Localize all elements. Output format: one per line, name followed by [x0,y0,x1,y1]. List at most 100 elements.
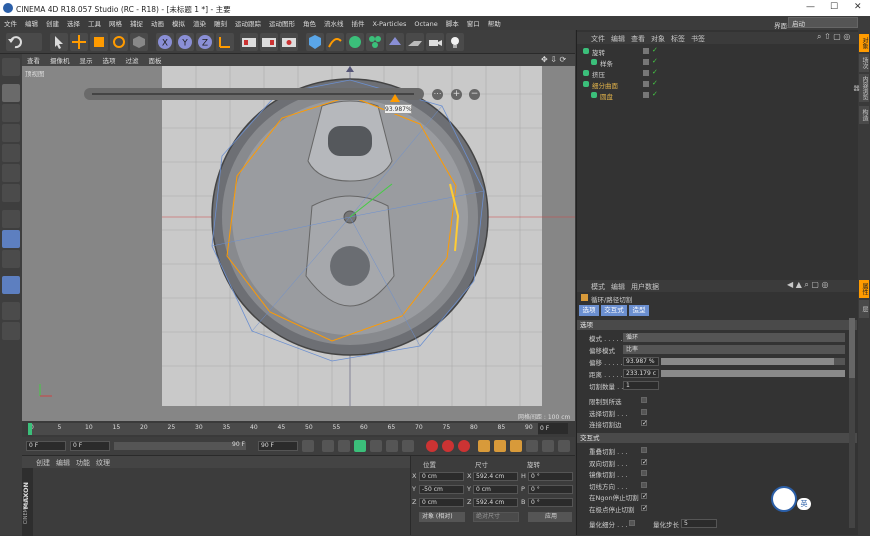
mat-menu-texture[interactable]: 纹理 [96,458,110,468]
object-row[interactable]: 样条 ✓ [577,57,857,68]
workplane-lock-icon[interactable] [2,302,20,320]
menu-mesh[interactable]: 网格 [105,16,126,30]
floor-icon[interactable] [406,33,424,51]
texture-mode-icon[interactable] [2,104,20,122]
solo-icon[interactable] [2,276,20,294]
hud-minus-icon[interactable]: − [469,89,480,100]
menu-simulate[interactable]: 模拟 [168,16,189,30]
menu-create[interactable]: 创建 [42,16,63,30]
hud-plus-icon[interactable]: + [451,89,462,100]
visibility-toggle-icon[interactable] [643,81,649,87]
cut-count-field[interactable]: 1 [623,381,659,390]
object-row[interactable]: 旋转 ✓ [577,46,857,57]
distance-field[interactable]: 233.179 c [623,369,659,378]
enabled-check-icon[interactable]: ✓ [652,90,658,98]
timeline-playhead[interactable] [28,423,32,435]
menu-octane[interactable]: Octane [410,18,441,30]
om-menu-objects[interactable]: 对象 [651,34,665,44]
tab-interactive[interactable]: 交互式 [601,305,627,316]
vp-menu-view[interactable]: 查看 [22,54,45,66]
enabled-check-icon[interactable]: ✓ [652,79,658,87]
spline-pen-icon[interactable] [326,33,344,51]
tweak-mode-icon[interactable] [2,230,20,248]
workplane-icon[interactable] [2,124,20,142]
om-menu-bookmarks[interactable]: 书签 [691,34,705,44]
quantize-step-field[interactable]: 5 [681,519,717,528]
axis-mode-icon[interactable] [2,210,20,228]
option-checkbox[interactable] [641,470,647,476]
offset-slider[interactable] [661,358,845,365]
mode-select[interactable]: 循环 [623,333,845,342]
object-row[interactable]: 圆盘 ✓ [577,90,857,101]
size-y-field[interactable]: 0 cm [473,485,518,494]
goto-end-icon[interactable] [402,440,414,452]
option-checkbox[interactable] [641,447,647,453]
option-checkbox[interactable] [641,397,647,403]
current-frame-field[interactable]: 0 F [26,441,66,451]
menu-character[interactable]: 角色 [299,16,320,30]
ime-badge[interactable]: 英 [797,498,811,510]
side-tab-attributes[interactable]: 属性 [859,280,869,298]
viewport[interactable]: 93.987% ⋯ + − 顶视图 网格间距 : 100 cm [22,66,575,421]
menu-sculpt[interactable]: 雕刻 [210,16,231,30]
polygons-mode-icon[interactable] [2,184,20,202]
visibility-toggle-icon[interactable] [643,70,649,76]
next-frame-icon[interactable] [370,440,382,452]
side-tab-layers[interactable]: 构造 [859,106,869,124]
object-name[interactable]: 样条 [600,58,613,68]
camera-icon[interactable] [426,33,444,51]
menu-animate[interactable]: 动画 [147,16,168,30]
option-checkbox[interactable]: ✓ [641,493,648,500]
distance-slider[interactable] [661,370,845,377]
side-tab-layer[interactable]: 层 [859,300,869,318]
minimize-button[interactable]: — [806,2,815,12]
rot-h-field[interactable]: 0 ° [528,472,573,481]
option-checkbox[interactable]: ✓ [641,504,648,511]
option-checkbox[interactable]: ✓ [641,458,648,465]
record-icon[interactable] [426,440,438,452]
live-select-icon[interactable] [130,33,148,51]
undo-icon[interactable] [6,33,42,51]
play-icon[interactable] [354,440,366,452]
apply-button[interactable]: 应用 [528,512,572,522]
object-name[interactable]: 旋转 [592,47,605,57]
vp-menu-panel[interactable]: 面板 [144,54,167,66]
prev-key-icon[interactable] [322,440,334,452]
mat-menu-edit[interactable]: 编辑 [56,458,70,468]
mat-menu-create[interactable]: 创建 [36,458,50,468]
am-menu-userdata[interactable]: 用户数据 [631,282,659,292]
object-name[interactable]: 细分曲面 [592,80,618,90]
om-menu-view[interactable]: 查看 [631,34,645,44]
timeline-options-icon[interactable] [558,440,570,452]
subdivision-surface-icon[interactable] [346,33,364,51]
rotation-key-icon[interactable] [510,440,522,452]
am-nav-icons[interactable]: ◀ ▲ ⌕ ▢ ◎ [787,280,829,290]
menu-select[interactable]: 选择 [63,16,84,30]
parameter-key-icon[interactable] [526,440,538,452]
render-settings-icon[interactable] [280,33,298,51]
x-axis-icon[interactable]: X [156,33,174,51]
option-checkbox[interactable]: ✓ [641,420,648,427]
object-row[interactable]: 挤压 ✓ [577,68,857,79]
menu-help[interactable]: 帮助 [484,16,505,30]
light-icon[interactable] [446,33,464,51]
mat-menu-function[interactable]: 功能 [76,458,90,468]
keyframe-selection-icon[interactable] [458,440,470,452]
autokey-icon[interactable] [442,440,454,452]
om-menu-file[interactable]: 文件 [591,34,605,44]
om-menu-tags[interactable]: 标签 [671,34,685,44]
menu-render[interactable]: 渲染 [189,16,210,30]
edges-mode-icon[interactable] [2,164,20,182]
option-checkbox[interactable] [641,408,647,415]
side-tab-takes[interactable]: 场次 [859,54,869,72]
viewport-canvas[interactable] [22,66,575,421]
menu-file[interactable]: 文件 [0,16,21,30]
make-editable-icon[interactable] [2,58,20,76]
offset-mode-select[interactable]: 比率 [623,345,845,354]
size-mode-select[interactable]: 绝对尺寸 [473,512,519,522]
grid-icon[interactable] [2,322,20,340]
coordinate-system-icon[interactable] [216,33,234,51]
preview-range-bar[interactable] [114,442,246,450]
prev-frame-icon[interactable] [338,440,350,452]
coord-mode-select[interactable]: 对象 (相对) [419,512,465,522]
